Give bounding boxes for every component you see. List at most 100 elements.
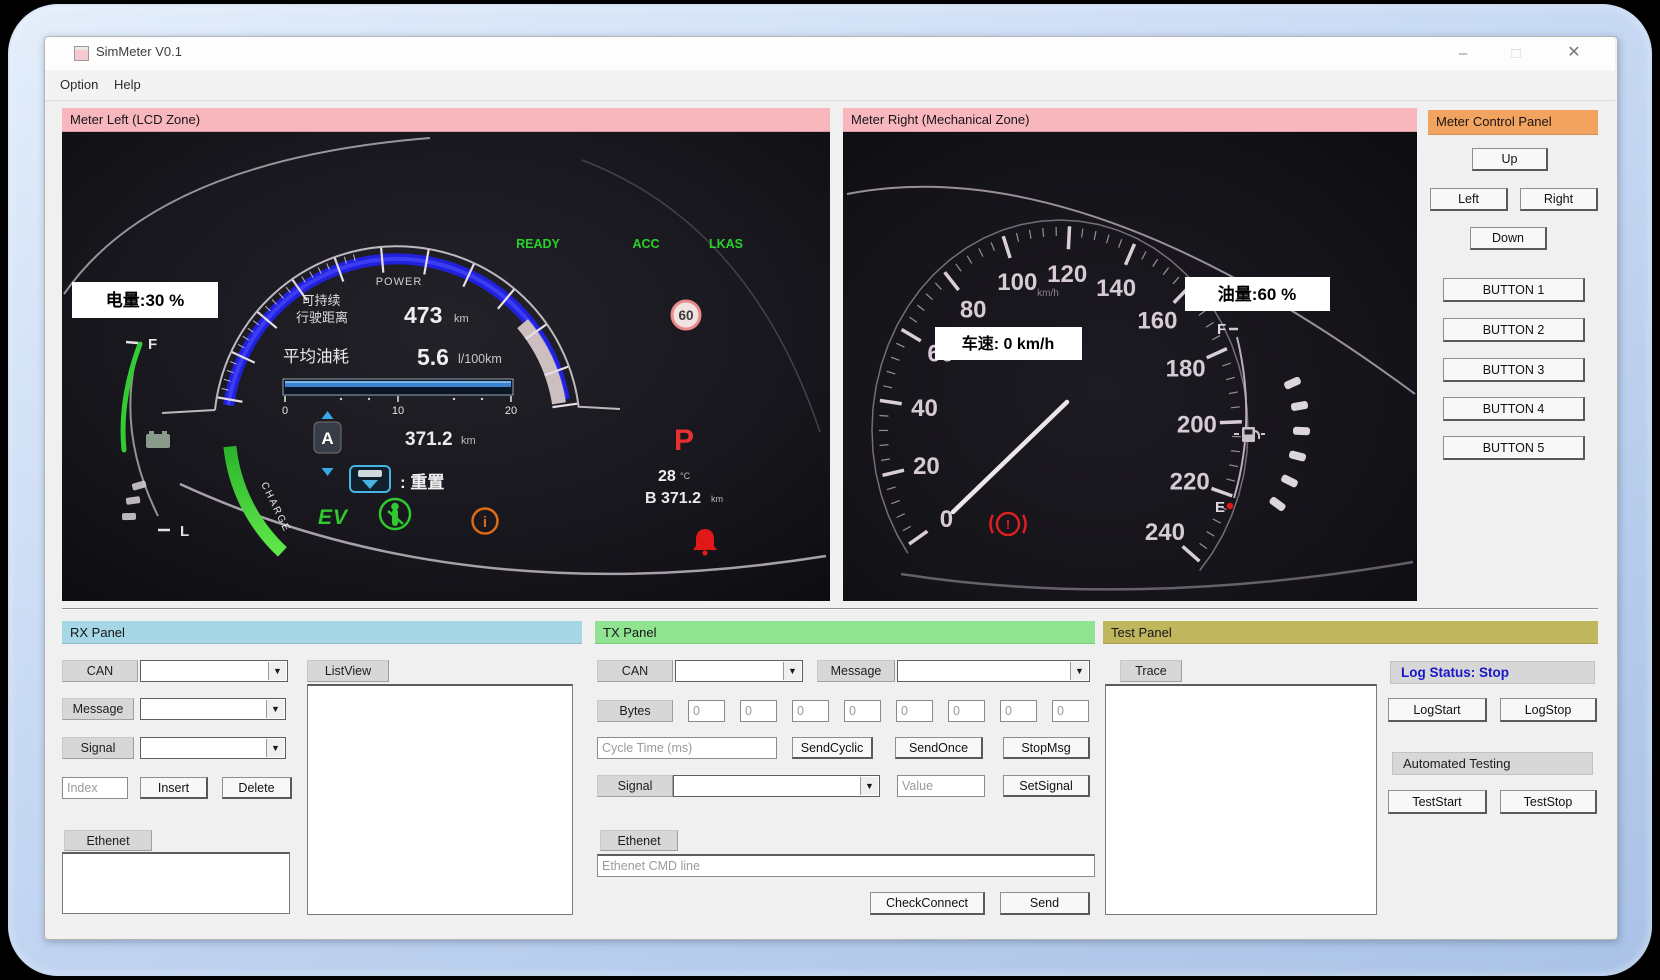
rx-ethernet-box[interactable] [62,852,290,914]
left-button[interactable]: Left [1430,188,1508,211]
fuel-gauge-empty: E [1215,499,1225,516]
menu-help[interactable]: Help [114,77,141,92]
fuel-low-dot [1227,503,1233,509]
button-4[interactable]: BUTTON 4 [1443,397,1585,421]
send-button[interactable]: Send [1000,892,1090,915]
chevron-down-icon[interactable]: ▼ [1070,662,1088,680]
insert-button[interactable]: Insert [140,777,208,799]
rx-listview-label: ListView [307,660,389,682]
reset-icon [350,466,390,492]
window-title: SimMeter V0.1 [96,44,182,59]
svg-text:100: 100 [997,269,1037,296]
ev-indicator: EV [318,506,349,529]
svg-text:0: 0 [940,506,953,533]
lcd-display: F L 电量:30 % CHARGE POWER 可持续 行驶距离 473 km… [62,132,830,601]
tx-byte-4[interactable] [896,700,933,722]
rx-message-combo[interactable]: ▼ [140,698,286,720]
temperature-unit: °C [680,471,691,481]
range-caption-2: 行驶距离 [296,310,348,325]
tx-can-combo[interactable]: ▼ [675,660,803,682]
button-3[interactable]: BUTTON 3 [1443,358,1585,382]
check-connect-button[interactable]: CheckConnect [870,892,985,915]
tx-byte-0[interactable] [688,700,725,722]
down-button[interactable]: Down [1470,227,1547,250]
cycle-time-input[interactable] [597,737,777,759]
maximize-button[interactable]: □ [1498,41,1534,65]
svg-text:200: 200 [1177,412,1217,439]
trip-value: B 371.2 [645,490,701,507]
svg-text:140: 140 [1096,275,1136,302]
tx-message-label: Message [817,660,895,682]
test-stop-button[interactable]: TestStop [1500,790,1597,814]
tx-signal-combo[interactable]: ▼ [673,775,880,797]
tx-signal-label: Signal [597,775,673,797]
tx-byte-1[interactable] [740,700,777,722]
tx-byte-3[interactable] [844,700,881,722]
speedometer-unit: km/h [1037,288,1059,299]
button-5[interactable]: BUTTON 5 [1443,436,1585,460]
ethernet-cmd-input[interactable] [597,854,1095,877]
range-caption-1: 可持续 [301,293,340,308]
log-start-button[interactable]: LogStart [1388,698,1487,722]
button-2[interactable]: BUTTON 2 [1443,318,1585,342]
svg-text:40: 40 [911,395,938,422]
svg-text:220: 220 [1170,469,1210,496]
tx-byte-5[interactable] [948,700,985,722]
rx-can-label: CAN [62,660,138,682]
tx-byte-2[interactable] [792,700,829,722]
close-button[interactable]: ✕ [1556,40,1592,64]
send-once-button[interactable]: SendOnce [895,737,983,759]
tx-can-label: CAN [597,660,673,682]
log-stop-button[interactable]: LogStop [1500,698,1597,722]
set-signal-button[interactable]: SetSignal [1003,775,1090,797]
up-button[interactable]: Up [1472,148,1548,171]
status-acc: ACC [632,237,659,251]
app-icon [74,46,89,61]
svg-text:油量:60 %: 油量:60 % [1218,284,1296,304]
power-label: POWER [376,276,423,288]
trip-unit: km [711,494,723,504]
tx-message-combo[interactable]: ▼ [897,660,1090,682]
rx-listview-box[interactable] [307,684,573,915]
rx-can-combo[interactable]: ▼ [140,660,288,682]
battery-percent-label: 电量:30 % [72,282,218,318]
svg-text:120: 120 [1047,261,1087,288]
rx-signal-label: Signal [62,737,134,759]
title-bar [45,37,1615,70]
svg-text:i: i [483,514,487,531]
chevron-down-icon[interactable]: ▼ [783,662,801,680]
chevron-down-icon[interactable]: ▼ [860,777,878,795]
chevron-down-icon[interactable]: ▼ [266,739,284,757]
menu-bar [45,70,1615,101]
rx-signal-combo[interactable]: ▼ [140,737,286,759]
log-status: Log Status: Stop [1390,661,1595,684]
odometer-unit: km [461,435,476,447]
signal-value-input[interactable] [897,775,985,797]
mechanical-display: 020406080100120140160180200220240 km/h 车… [843,132,1417,601]
bar-tick-0: 0 [282,405,288,417]
stop-msg-button[interactable]: StopMsg [1003,737,1090,759]
button-1[interactable]: BUTTON 1 [1443,278,1585,302]
tx-byte-7[interactable] [1052,700,1089,722]
rx-index-input[interactable] [62,777,128,799]
svg-text:240: 240 [1145,519,1185,546]
minimize-button[interactable]: – [1445,41,1481,65]
speed-limit-sign: 60 [672,301,700,329]
right-button[interactable]: Right [1520,188,1598,211]
tx-ethernet-label: Ethenet [600,830,678,851]
chevron-down-icon[interactable]: ▼ [268,662,286,680]
menu-option[interactable]: Option [60,77,98,92]
tx-byte-6[interactable] [1000,700,1037,722]
svg-text:!: ! [1006,517,1010,532]
tx-panel-header: TX Panel [595,621,1095,644]
send-cyclic-button[interactable]: SendCyclic [792,737,873,759]
temperature-value: 28 [658,468,676,485]
avg-consumption-unit: l/100km [458,352,502,366]
rx-ethernet-label: Ethenet [64,830,152,851]
svg-text:车速: 0 km/h: 车速: 0 km/h [962,334,1054,353]
delete-button[interactable]: Delete [222,777,292,799]
chevron-down-icon[interactable]: ▼ [266,700,284,718]
tx-bytes-label: Bytes [597,700,673,722]
test-start-button[interactable]: TestStart [1388,790,1487,814]
trace-box[interactable] [1105,684,1377,915]
